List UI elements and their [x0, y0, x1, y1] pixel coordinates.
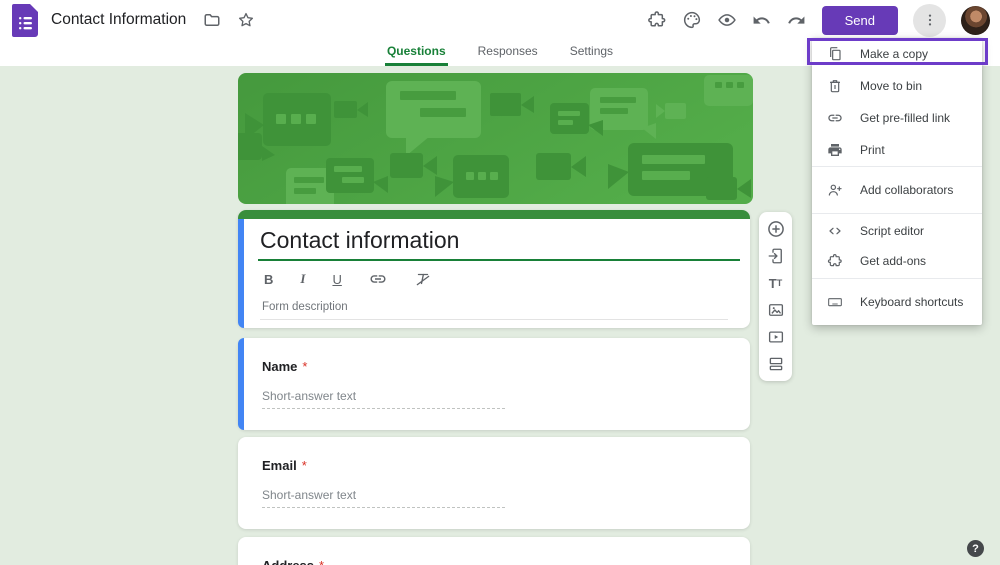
question-label[interactable]: Name — [262, 359, 297, 374]
menu-item-move-to-bin[interactable]: Move to bin — [812, 70, 982, 102]
form-header-image[interactable] — [238, 73, 753, 204]
short-answer-field[interactable]: Short-answer text — [262, 389, 505, 409]
menu-item-get-prefilled-link[interactable]: Get pre-filled link — [812, 102, 982, 134]
selection-indicator — [238, 338, 244, 430]
add-image-icon[interactable] — [766, 300, 786, 320]
question-label[interactable]: Email — [262, 458, 297, 473]
theme-palette-icon[interactable] — [682, 10, 702, 30]
undo-icon[interactable] — [752, 10, 772, 30]
forms-logo-icon[interactable] — [12, 3, 38, 37]
document-title[interactable]: Contact Information — [51, 11, 186, 29]
code-icon — [829, 227, 841, 235]
help-icon[interactable]: ? — [967, 540, 984, 557]
menu-item-make-a-copy[interactable]: Make a copy — [807, 38, 988, 70]
menu-item-add-collaborators[interactable]: Add collaborators — [812, 175, 982, 205]
required-asterisk: * — [301, 458, 307, 473]
required-asterisk: * — [302, 359, 308, 374]
more-options-button[interactable] — [913, 3, 946, 37]
question-label[interactable]: Address — [262, 558, 314, 565]
link-icon — [828, 114, 842, 122]
redo-icon[interactable] — [787, 10, 807, 30]
form-title-input[interactable]: Contact information — [258, 227, 742, 254]
add-video-icon[interactable] — [766, 327, 786, 347]
tab-responses[interactable]: Responses — [476, 40, 540, 66]
short-answer-field[interactable]: Short-answer text — [262, 488, 505, 508]
question-card-name[interactable]: Name * Short-answer text — [238, 338, 750, 430]
form-description-input[interactable]: Form description — [260, 301, 728, 320]
required-asterisk: * — [319, 558, 324, 565]
clear-formatting-icon[interactable] — [414, 270, 432, 288]
card-accent-bar — [238, 210, 750, 219]
copy-icon — [830, 47, 841, 61]
top-bar-actions: Send — [647, 3, 990, 37]
star-icon[interactable] — [236, 10, 256, 30]
menu-item-get-add-ons[interactable]: Get add-ons — [812, 246, 982, 276]
add-ons-icon[interactable] — [647, 10, 667, 30]
question-card-address[interactable]: Address * — [238, 537, 750, 565]
menu-item-keyboard-shortcuts[interactable]: Keyboard shortcuts — [812, 287, 982, 317]
keyboard-icon — [828, 298, 842, 307]
puzzle-icon — [827, 254, 842, 267]
more-options-menu: Make a copy Move to bin Get pre-filled l… — [807, 38, 988, 325]
add-section-icon[interactable] — [766, 354, 786, 374]
import-questions-icon[interactable] — [766, 246, 786, 266]
top-bar: Contact Information Send — [0, 0, 1000, 40]
tab-questions[interactable]: Questions — [384, 40, 448, 66]
person-add-icon — [828, 184, 842, 196]
title-focus-underline — [258, 259, 740, 261]
question-card-email[interactable]: Email * Short-answer text — [238, 437, 750, 529]
menu-item-print[interactable]: Print — [812, 134, 982, 166]
move-to-folder-icon[interactable] — [202, 10, 222, 30]
trash-icon — [830, 80, 840, 93]
bold-button[interactable]: B — [264, 272, 273, 287]
add-title-icon[interactable]: TT — [766, 273, 786, 293]
add-question-icon[interactable] — [766, 219, 786, 239]
google-forms-editor: Contact Information Send Questions Respo… — [0, 0, 1000, 565]
selection-indicator — [238, 219, 244, 328]
underline-button[interactable]: U — [332, 272, 341, 287]
question-toolbar: TT — [759, 212, 792, 381]
form-title-card[interactable]: Contact information B I U Form descripti… — [238, 210, 750, 328]
italic-button[interactable]: I — [300, 271, 305, 287]
send-button[interactable]: Send — [821, 5, 898, 35]
print-icon — [828, 144, 842, 156]
tab-settings[interactable]: Settings — [568, 40, 615, 66]
insert-link-icon[interactable] — [369, 270, 387, 288]
preview-eye-icon[interactable] — [717, 10, 737, 30]
account-avatar[interactable] — [961, 5, 990, 35]
format-toolbar: B I U — [258, 270, 742, 288]
menu-item-script-editor[interactable]: Script editor — [812, 216, 982, 246]
